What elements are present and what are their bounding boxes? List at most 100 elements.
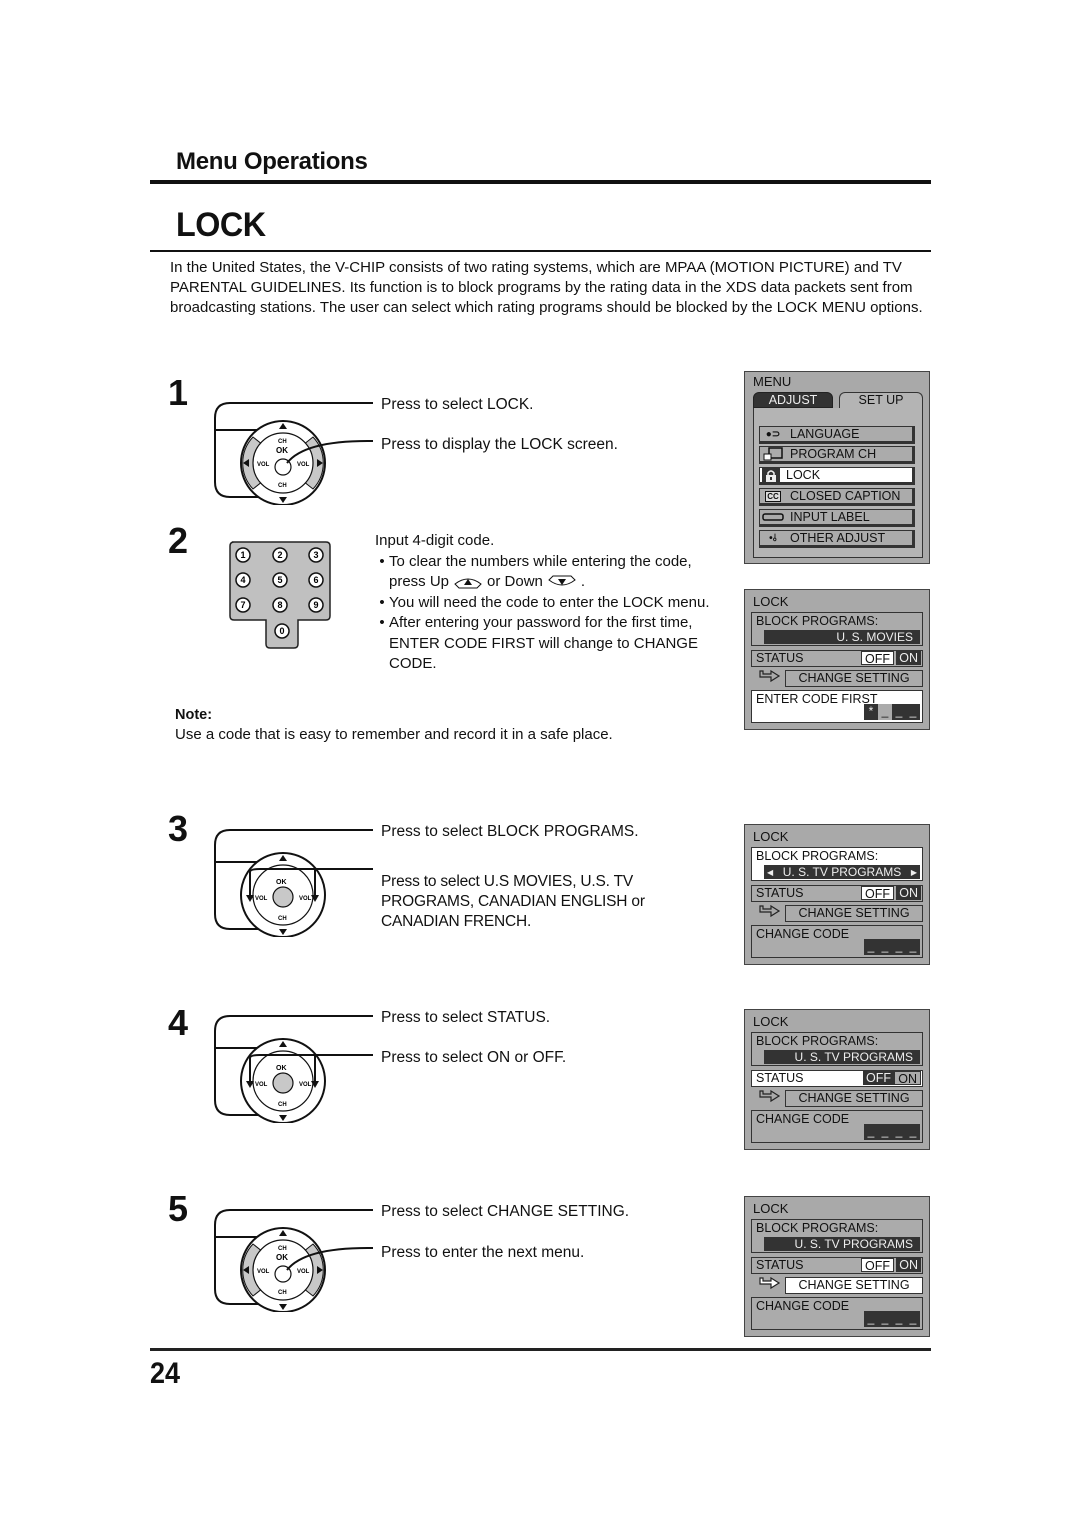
svg-text:OK: OK <box>276 1065 287 1072</box>
code-digit: _ <box>864 1311 878 1327</box>
change-setting-button[interactable]: CHANGE SETTING <box>785 1277 923 1294</box>
footer-rule <box>150 1348 931 1351</box>
svg-text:CH: CH <box>278 1246 287 1252</box>
block-programs-value[interactable]: U. S. MOVIES <box>764 630 920 644</box>
step-number: 1 <box>168 372 189 413</box>
instruction-text: Input 4-digit code. <box>375 532 495 549</box>
code-entry-box[interactable]: CHANGE CODE _ _ _ _ <box>751 1110 923 1143</box>
block-programs-row[interactable]: BLOCK PROGRAMS: U. S. MOVIES <box>751 612 923 646</box>
svg-text:6: 6 <box>313 575 318 585</box>
svg-text:VOL: VOL <box>255 1082 268 1088</box>
status-row[interactable]: STATUS OFF ON <box>751 650 923 667</box>
program-ch-icon <box>762 447 784 461</box>
status-row[interactable]: STATUS OFF ON <box>751 885 923 902</box>
key-7: 7 <box>235 597 251 613</box>
page-title: LOCK <box>176 206 266 244</box>
change-setting-button[interactable]: CHANGE SETTING <box>785 670 923 687</box>
code-input[interactable]: _ _ _ _ <box>864 1124 920 1140</box>
code-digit: _ <box>878 1124 892 1140</box>
key-9: 9 <box>308 597 324 613</box>
status-row[interactable]: STATUS OFF ON <box>751 1257 923 1274</box>
enter-arrow-icon <box>759 1277 781 1290</box>
other-adjust-icon: •⫰ <box>769 532 777 544</box>
tab-setup[interactable]: SET UP <box>839 392 923 408</box>
code-digit: _ <box>878 939 892 955</box>
code-digit: _ <box>906 704 920 720</box>
change-setting-button[interactable]: CHANGE SETTING <box>785 905 923 922</box>
step-number: 5 <box>168 1188 189 1229</box>
status-on-option[interactable]: ON <box>896 651 921 665</box>
code-label: CHANGE CODE <box>756 1112 850 1126</box>
block-programs-label: BLOCK PROGRAMS: <box>756 614 879 628</box>
instruction-text: Press to display the LOCK screen. <box>381 436 618 453</box>
remote-dial-step5: CH OK VOL VOL CH <box>214 1209 374 1312</box>
key-8: 8 <box>272 597 288 613</box>
code-input[interactable]: * _ _ _ <box>864 704 920 720</box>
code-input[interactable]: _ _ _ _ <box>864 939 920 955</box>
status-on-option[interactable]: ON <box>896 886 921 900</box>
up-button-icon <box>454 578 482 589</box>
status-off-option[interactable]: OFF <box>861 651 894 666</box>
block-programs-row[interactable]: BLOCK PROGRAMS: U. S. TV PROGRAMS <box>751 1219 923 1253</box>
arrow-left-icon: ◀ <box>767 867 774 877</box>
status-on-option[interactable]: ON <box>894 1071 921 1086</box>
status-row[interactable]: STATUS OFF ON <box>751 1070 923 1087</box>
status-label: STATUS <box>756 1071 804 1085</box>
code-digit: _ <box>864 1124 878 1140</box>
block-programs-row[interactable]: BLOCK PROGRAMS: U. S. TV PROGRAMS <box>751 1032 923 1066</box>
svg-text:VOL: VOL <box>257 1269 270 1275</box>
block-programs-value[interactable]: U. S. TV PROGRAMS <box>764 1237 920 1251</box>
code-digit: _ <box>906 939 920 955</box>
svg-text:VOL: VOL <box>299 1082 312 1088</box>
block-programs-label: BLOCK PROGRAMS: <box>756 1221 879 1235</box>
status-label: STATUS <box>756 651 804 665</box>
enter-arrow-icon <box>759 670 781 683</box>
code-digit: * <box>864 704 878 720</box>
lock-title: LOCK <box>753 594 789 609</box>
svg-text:VOL: VOL <box>255 896 268 902</box>
svg-text:OK: OK <box>276 1253 288 1262</box>
remote-dial-step4: OK VOL VOL CH <box>214 1015 373 1123</box>
svg-text:CH: CH <box>278 1102 287 1108</box>
svg-text:CH: CH <box>278 483 287 489</box>
code-input[interactable]: _ _ _ _ <box>864 1311 920 1327</box>
svg-text:3: 3 <box>313 550 318 560</box>
status-off-option[interactable]: OFF <box>861 886 894 901</box>
lock-title: LOCK <box>753 1014 789 1029</box>
lock-title: LOCK <box>753 829 789 844</box>
menu-title: MENU <box>753 374 792 389</box>
tab-adjust[interactable]: ADJUST <box>753 392 833 408</box>
menu-item-language[interactable]: ●⊃ LANGUAGE <box>759 426 915 444</box>
code-entry-box[interactable]: CHANGE CODE _ _ _ _ <box>751 925 923 958</box>
instruction-text: Press to select STATUS. <box>381 1009 551 1026</box>
menu-item-lock[interactable]: LOCK <box>759 467 915 485</box>
code-entry-box[interactable]: CHANGE CODE _ _ _ _ <box>751 1297 923 1330</box>
block-programs-row[interactable]: BLOCK PROGRAMS: ◀ U. S. TV PROGRAMS ▶ <box>751 847 923 881</box>
step-number: 4 <box>168 1002 189 1043</box>
menu-item-program-ch[interactable]: PROGRAM CH <box>759 446 915 464</box>
change-setting-button[interactable]: CHANGE SETTING <box>785 1090 923 1107</box>
arrow-right-icon: ▶ <box>910 867 917 877</box>
instruction-text: Press to select CHANGE SETTING. <box>381 1203 630 1220</box>
status-off-option[interactable]: OFF <box>863 1071 894 1085</box>
code-entry-box[interactable]: ENTER CODE FIRST * _ _ _ <box>751 690 923 723</box>
status-off-option[interactable]: OFF <box>861 1258 894 1273</box>
down-button-icon <box>548 575 576 586</box>
menu-item-input-label[interactable]: INPUT LABEL <box>759 509 915 527</box>
block-programs-value[interactable]: ◀ U. S. TV PROGRAMS ▶ <box>764 865 920 879</box>
menu-item-closed-caption[interactable]: CC CLOSED CAPTION <box>759 488 915 506</box>
status-on-option[interactable]: ON <box>896 1258 921 1272</box>
instruction-text: Press to select LOCK. <box>381 396 534 413</box>
input-label-icon <box>762 510 784 524</box>
lock-screen-status: LOCK BLOCK PROGRAMS: U. S. TV PROGRAMS S… <box>744 1009 930 1150</box>
code-digit: _ <box>864 939 878 955</box>
block-programs-value[interactable]: U. S. TV PROGRAMS <box>764 1050 920 1064</box>
svg-text:VOL: VOL <box>297 1269 310 1275</box>
block-programs-label: BLOCK PROGRAMS: <box>756 1034 879 1048</box>
menu-item-other-adjust[interactable]: •⫰ OTHER ADJUST <box>759 530 915 548</box>
instruction-text: Press to enter the next menu. <box>381 1244 585 1261</box>
svg-text:CH: CH <box>278 1290 287 1296</box>
code-label: CHANGE CODE <box>756 927 850 941</box>
key-4: 4 <box>235 572 251 588</box>
enter-arrow-icon <box>759 1090 781 1103</box>
